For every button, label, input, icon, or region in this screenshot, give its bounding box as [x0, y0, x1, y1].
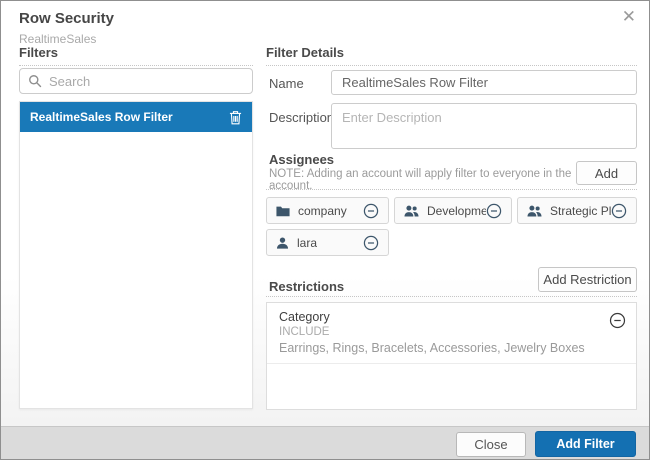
group-icon — [404, 205, 419, 217]
filters-heading: Filters — [19, 45, 253, 66]
remove-assignee-icon[interactable] — [486, 203, 502, 219]
assignee-chip-lara: lara — [266, 229, 389, 256]
remove-assignee-icon[interactable] — [363, 203, 379, 219]
add-assignee-button[interactable]: Add — [576, 161, 637, 185]
name-input[interactable] — [331, 70, 637, 95]
assignee-chip-strategic: Strategic Pla... — [517, 197, 637, 224]
assignee-chips: company Development — [266, 197, 640, 256]
assignee-chip-development: Development — [394, 197, 512, 224]
remove-assignee-icon[interactable] — [363, 235, 379, 251]
remove-restriction-icon[interactable] — [609, 312, 626, 329]
add-filter-button[interactable]: Add Filter — [535, 431, 636, 457]
restriction-row: Category INCLUDE Earrings, Rings, Bracel… — [267, 303, 636, 364]
dialog-footer: Close Add Filter — [1, 426, 649, 460]
description-input[interactable] — [331, 103, 637, 149]
dialog-title: Row Security — [19, 10, 114, 27]
chip-label: Development — [427, 204, 486, 218]
group-icon — [527, 205, 542, 217]
filter-list: RealtimeSales Row Filter — [19, 101, 253, 409]
restriction-operation: INCLUDE — [279, 326, 594, 338]
restriction-field: Category — [279, 310, 594, 324]
filter-search — [19, 68, 253, 94]
filter-details-heading: Filter Details — [266, 45, 637, 66]
add-restriction-button[interactable]: Add Restriction — [538, 267, 637, 292]
chip-label: company — [298, 204, 347, 218]
assignees-heading: Assignees — [269, 152, 334, 167]
filter-item-label: RealtimeSales Row Filter — [30, 110, 173, 124]
folder-icon — [276, 205, 290, 217]
search-icon — [28, 74, 42, 88]
trash-icon[interactable] — [229, 110, 242, 125]
restrictions-heading: Restrictions — [269, 279, 344, 294]
row-security-dialog: Row Security ✕ RealtimeSales Filters Rea… — [0, 0, 650, 460]
search-input[interactable] — [49, 74, 244, 89]
restrictions-separator — [266, 296, 637, 297]
restrictions-list: Category INCLUDE Earrings, Rings, Bracel… — [266, 302, 637, 410]
chip-label: lara — [297, 236, 317, 250]
dialog-subtitle: RealtimeSales — [19, 32, 96, 46]
assignees-separator — [266, 189, 637, 190]
user-icon — [276, 237, 289, 249]
chip-label: Strategic Pla... — [550, 204, 611, 218]
close-icon[interactable]: ✕ — [622, 8, 636, 25]
remove-assignee-icon[interactable] — [611, 203, 627, 219]
name-label: Name — [269, 76, 304, 91]
filter-list-item-selected[interactable]: RealtimeSales Row Filter — [20, 102, 252, 132]
assignee-chip-company: company — [266, 197, 389, 224]
restriction-values: Earrings, Rings, Bracelets, Accessories,… — [279, 341, 594, 355]
close-button[interactable]: Close — [456, 432, 526, 457]
description-label: Description — [269, 110, 334, 125]
